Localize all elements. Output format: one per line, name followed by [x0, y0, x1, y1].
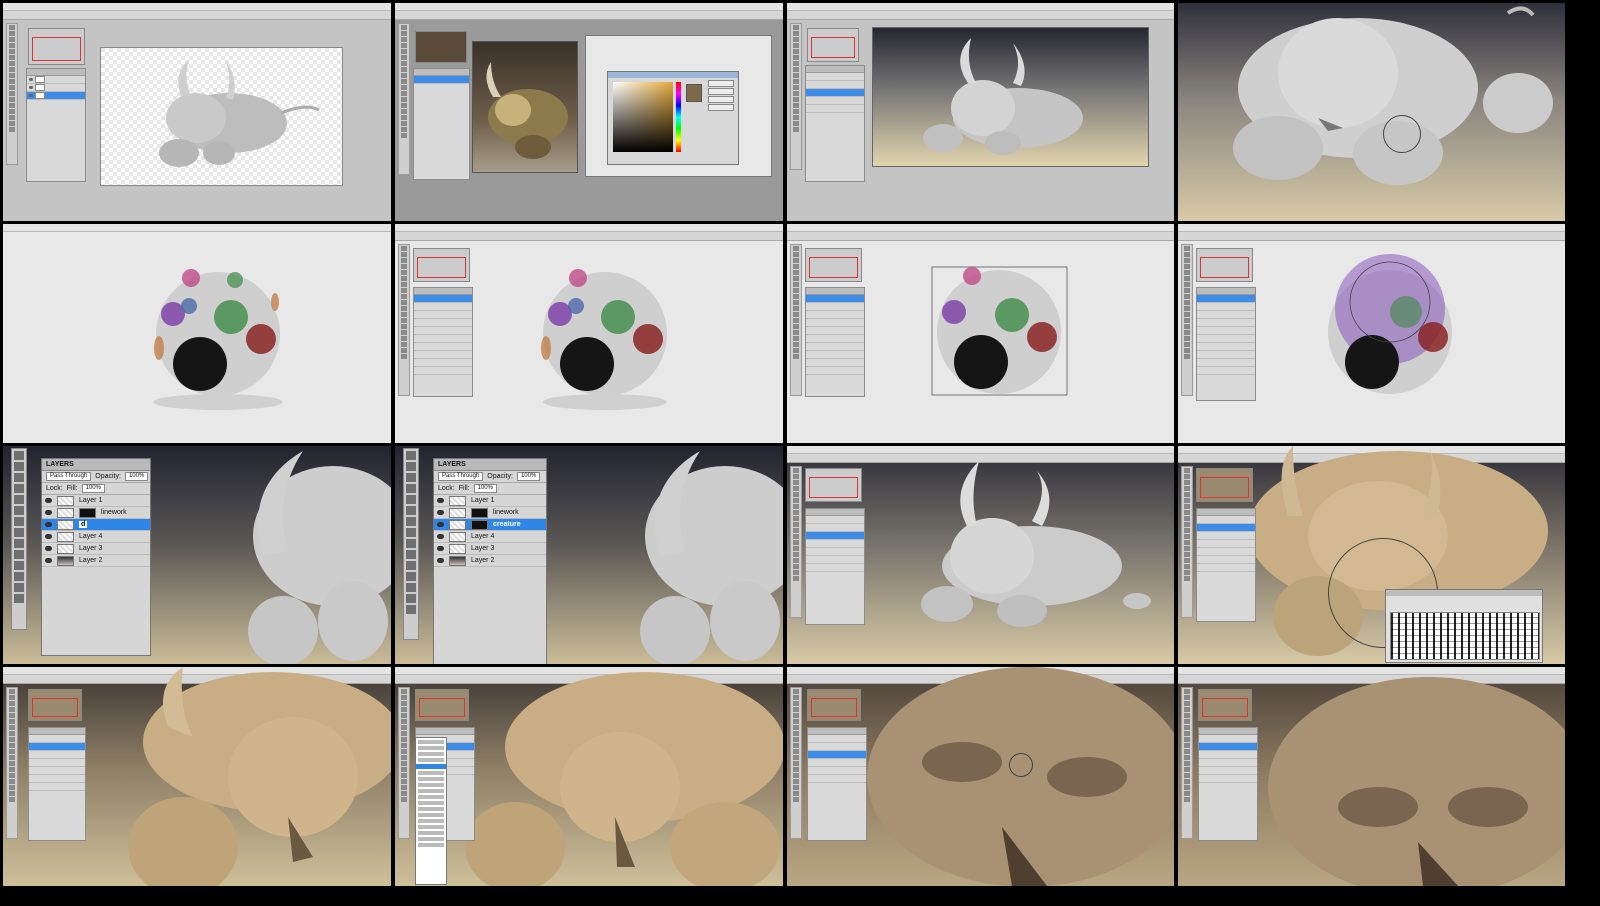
frame-3-2: LAYERS Pass Through Opacity: 100% Lock: …: [395, 446, 783, 664]
frame-2-2: [395, 224, 783, 443]
frame-1-2: [395, 3, 783, 221]
menu-bar: [395, 3, 783, 11]
navigator-panel[interactable]: [415, 31, 467, 63]
sphere-study: [153, 269, 283, 410]
menu-bar: [3, 3, 391, 11]
thumbnail-grid: LAYERS Pass Through Opacity: 100% Lock: …: [0, 0, 1600, 906]
frame-4-4: [1178, 667, 1565, 886]
options-bar: [3, 11, 391, 20]
navigator-panel[interactable]: [807, 28, 859, 62]
layers-panel-small[interactable]: [28, 727, 86, 841]
toolbox[interactable]: [398, 23, 410, 175]
layers-panel-small[interactable]: [26, 68, 86, 182]
color-field[interactable]: [613, 82, 673, 152]
frame-4-2: [395, 667, 783, 886]
creature-render: [921, 461, 1151, 627]
painted-creature: [486, 62, 568, 159]
frame-3-4: [1178, 446, 1565, 664]
navigator-panel[interactable]: [415, 689, 469, 721]
brush-preset-picker[interactable]: [1385, 589, 1543, 663]
canvas[interactable]: [472, 41, 578, 173]
layers-panel-small[interactable]: [1196, 508, 1256, 622]
frame-2-4: [1178, 224, 1565, 443]
canvas[interactable]: [872, 27, 1149, 167]
brush-cursor-icon: [1383, 115, 1421, 153]
layers-panel-small[interactable]: [413, 68, 470, 180]
navigator-panel[interactable]: [28, 28, 85, 65]
menu-bar: [787, 3, 1174, 11]
frame-1-1: [3, 3, 391, 221]
creature-sketch: [159, 60, 320, 167]
sphere-transform: [931, 266, 1068, 396]
navigator-panel[interactable]: [1196, 468, 1253, 502]
brush-grid[interactable]: [1390, 612, 1540, 660]
frame-1-4: [1178, 3, 1565, 221]
hue-slider[interactable]: [676, 82, 681, 152]
creature-closeup: [1233, 6, 1553, 185]
canvas[interactable]: [100, 47, 343, 186]
cancel-button[interactable]: [708, 88, 734, 95]
creature-closeup: [640, 451, 783, 664]
options-bar: [395, 11, 783, 20]
color-swatch: [686, 84, 702, 102]
sphere-study: [541, 269, 667, 410]
layers-panel-small[interactable]: [807, 727, 867, 841]
frame-4-1: [3, 667, 391, 886]
blend-mode-dropdown[interactable]: [415, 737, 447, 885]
sphere-purple-overlay: [1328, 254, 1452, 394]
frame-3-3: [787, 446, 1174, 664]
color-libraries-button[interactable]: [708, 104, 734, 111]
options-bar: [787, 11, 1174, 20]
frame-2-3: [787, 224, 1174, 443]
frame-2-1: [3, 224, 391, 443]
toolbox[interactable]: [6, 23, 18, 165]
creature-closeup: [248, 451, 391, 664]
navigator-panel[interactable]: [807, 689, 861, 721]
frame-4-3: [787, 667, 1174, 886]
frame-3-1: LAYERS Pass Through Opacity: 100% Lock: …: [3, 446, 391, 664]
brush-cursor-icon: [1009, 753, 1033, 777]
frame-1-3: [787, 3, 1174, 221]
navigator-panel[interactable]: [28, 689, 82, 721]
layers-panel-small[interactable]: [805, 65, 865, 182]
ok-button[interactable]: [708, 80, 734, 87]
add-swatches-button[interactable]: [708, 96, 734, 103]
toolbox[interactable]: [790, 23, 802, 170]
creature-render: [923, 38, 1083, 155]
navigator-panel[interactable]: [1198, 689, 1252, 721]
layers-panel-small[interactable]: [1198, 727, 1258, 841]
color-picker-dialog[interactable]: [607, 71, 739, 165]
